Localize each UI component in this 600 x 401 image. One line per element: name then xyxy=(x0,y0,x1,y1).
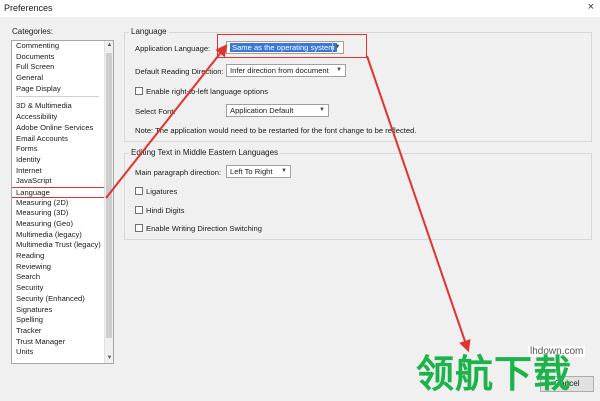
hindi-digits-label: Hindi Digits xyxy=(146,206,185,215)
category-item[interactable]: Security (Enhanced) xyxy=(12,294,113,305)
window-title: Preferences xyxy=(4,3,53,13)
annotation-highlight-box xyxy=(217,34,367,58)
category-item[interactable]: Reading xyxy=(12,251,113,262)
category-item[interactable]: Signatures xyxy=(12,305,113,316)
font-select[interactable]: Application Default ▼ xyxy=(226,104,329,117)
scroll-down-icon[interactable]: ▼ xyxy=(105,354,113,363)
category-item[interactable]: 3D & Multimedia xyxy=(12,101,113,112)
writing-switch-label: Enable Writing Direction Switching xyxy=(146,224,262,233)
categories-scrollbar[interactable]: ▲ ▼ xyxy=(104,41,113,363)
category-item[interactable]: Spelling xyxy=(12,315,113,326)
category-item[interactable]: Measuring (3D) xyxy=(12,208,113,219)
category-item[interactable]: Full Screen xyxy=(12,62,113,73)
category-separator xyxy=(16,96,99,98)
category-item[interactable]: Search xyxy=(12,272,113,283)
paragraph-direction-value: Left To Right xyxy=(230,167,273,176)
ligatures-label: Ligatures xyxy=(146,187,178,196)
app-language-label: Application Language: xyxy=(135,44,211,53)
category-item[interactable]: Units xyxy=(12,347,113,358)
preferences-window: Preferences × Categories: Commenting Docu… xyxy=(0,0,600,401)
category-item[interactable]: Identity xyxy=(12,155,113,166)
reading-direction-select[interactable]: Infer direction from document ▼ xyxy=(226,64,346,77)
category-item[interactable]: General xyxy=(12,73,113,84)
categories-label: Categories: xyxy=(12,27,53,36)
hindi-digits-checkbox[interactable] xyxy=(135,206,143,214)
rtl-label: Enable right-to-left language options xyxy=(146,87,269,96)
category-item[interactable]: Accessibility xyxy=(12,112,113,123)
writing-switch-checkbox[interactable] xyxy=(135,224,143,232)
category-item[interactable]: Trust Manager xyxy=(12,337,113,348)
category-item[interactable]: Tracker xyxy=(12,326,113,337)
reading-direction-value: Infer direction from document xyxy=(230,66,329,75)
chevron-down-icon: ▼ xyxy=(336,67,342,73)
title-bar: Preferences × xyxy=(0,0,600,17)
category-item[interactable]: Email Accounts xyxy=(12,134,113,145)
select-font-label: Select Font: xyxy=(135,107,176,116)
font-value: Application Default xyxy=(230,106,294,115)
category-item[interactable]: Measuring (Geo) xyxy=(12,219,113,230)
category-item[interactable]: Language xyxy=(12,186,107,198)
chevron-down-icon: ▼ xyxy=(281,168,287,174)
category-item[interactable]: Page Display xyxy=(12,84,113,95)
ligatures-checkbox[interactable] xyxy=(135,187,143,195)
category-item[interactable]: Forms xyxy=(12,144,113,155)
paragraph-direction-select[interactable]: Left To Right ▼ xyxy=(226,165,291,178)
scroll-up-icon[interactable]: ▲ xyxy=(105,41,113,50)
middle-east-group-title: Editing Text in Middle Eastern Languages xyxy=(129,148,281,157)
scroll-thumb[interactable] xyxy=(106,53,112,338)
category-item[interactable]: Commenting xyxy=(12,41,113,52)
paragraph-direction-label: Main paragraph direction: xyxy=(135,168,222,177)
restart-note: Note: The application would need to be r… xyxy=(135,126,417,135)
watermark-logo: 领航下载 xyxy=(416,352,573,396)
language-group-title: Language xyxy=(129,27,169,36)
category-item[interactable]: Security xyxy=(12,283,113,294)
category-item[interactable]: Adobe Online Services xyxy=(12,123,113,134)
category-item[interactable]: Measuring (2D) xyxy=(12,198,113,209)
category-item[interactable]: Reviewing xyxy=(12,262,113,273)
rtl-checkbox[interactable] xyxy=(135,87,143,95)
category-item[interactable]: Internet xyxy=(12,166,113,177)
category-item[interactable]: Multimedia (legacy) xyxy=(12,230,113,241)
category-item[interactable]: Documents xyxy=(12,52,113,63)
category-item[interactable]: JavaScript xyxy=(12,176,113,187)
close-icon[interactable]: × xyxy=(588,1,594,13)
reading-direction-label: Default Reading Direction: xyxy=(135,67,224,76)
category-item[interactable]: Multimedia Trust (legacy) xyxy=(12,240,113,251)
categories-list[interactable]: Commenting Documents Full Screen General Pag… xyxy=(11,40,114,364)
chevron-down-icon: ▼ xyxy=(319,107,325,113)
